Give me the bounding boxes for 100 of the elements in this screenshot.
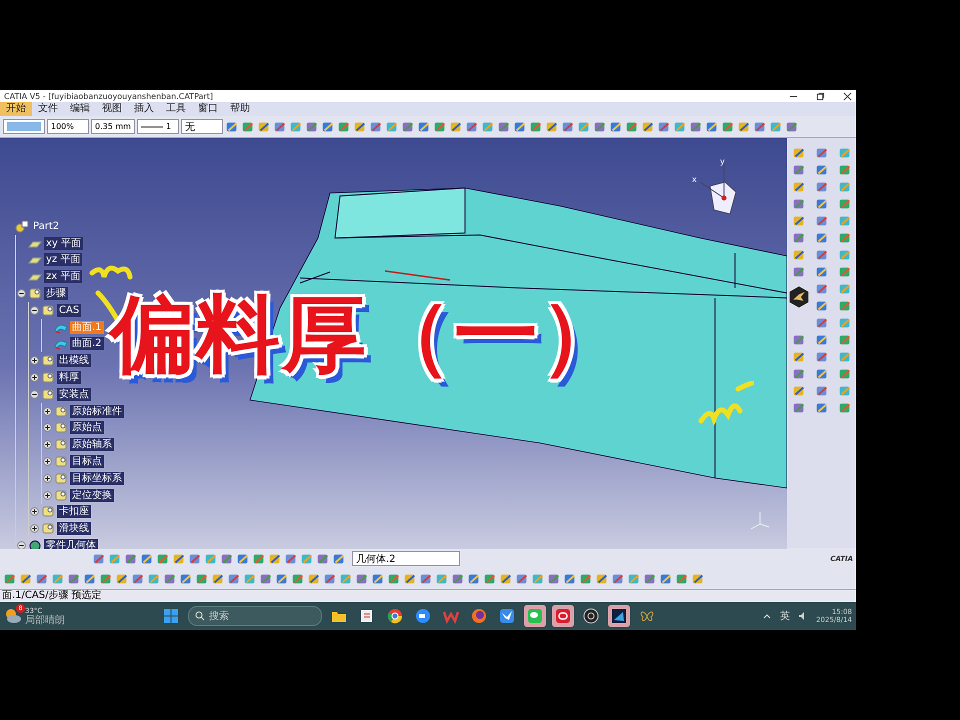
tool-icon[interactable] bbox=[195, 572, 209, 586]
expand-icon[interactable] bbox=[30, 507, 39, 516]
tool-icon[interactable] bbox=[156, 552, 170, 566]
tool-icon[interactable] bbox=[416, 120, 431, 134]
taskbar-app[interactable] bbox=[608, 605, 630, 627]
tool-icon[interactable] bbox=[595, 572, 609, 586]
tool-icon[interactable] bbox=[140, 552, 154, 566]
tool-icon[interactable] bbox=[838, 298, 852, 312]
tool-icon[interactable] bbox=[611, 572, 625, 586]
tool-icon[interactable] bbox=[188, 552, 202, 566]
tool-icon[interactable] bbox=[838, 196, 852, 210]
tool-icon[interactable] bbox=[236, 552, 250, 566]
tool-icon[interactable] bbox=[691, 572, 705, 586]
tool-icon[interactable] bbox=[220, 552, 234, 566]
tool-icon[interactable] bbox=[19, 572, 33, 586]
restore-icon[interactable] bbox=[816, 92, 825, 100]
tool-icon[interactable] bbox=[656, 120, 671, 134]
tool-icon[interactable] bbox=[288, 120, 303, 134]
tool-icon[interactable] bbox=[307, 572, 321, 586]
tool-icon[interactable] bbox=[531, 572, 545, 586]
tool-icon[interactable] bbox=[814, 298, 828, 312]
tool-icon[interactable] bbox=[736, 120, 751, 134]
tool-icon[interactable] bbox=[659, 572, 673, 586]
tool-icon[interactable] bbox=[467, 572, 481, 586]
tool-icon[interactable] bbox=[316, 552, 330, 566]
tool-icon[interactable] bbox=[528, 120, 543, 134]
tool-icon[interactable] bbox=[115, 572, 129, 586]
tool-icon[interactable] bbox=[108, 552, 122, 566]
tool-icon[interactable] bbox=[814, 230, 828, 244]
search-field[interactable]: 搜索 bbox=[188, 606, 322, 626]
tool-icon[interactable] bbox=[792, 350, 806, 364]
tool-icon[interactable] bbox=[838, 162, 852, 176]
hexagon-bird-icon[interactable] bbox=[788, 284, 810, 310]
close-icon[interactable] bbox=[843, 92, 852, 100]
tool-icon[interactable] bbox=[792, 248, 806, 262]
tool-icon[interactable] bbox=[640, 120, 655, 134]
tool-icon[interactable] bbox=[272, 120, 287, 134]
tool-icon[interactable] bbox=[792, 214, 806, 228]
expand-icon[interactable] bbox=[43, 457, 52, 466]
tool-icon[interactable] bbox=[131, 572, 145, 586]
tool-icon[interactable] bbox=[792, 366, 806, 380]
tool-icon[interactable] bbox=[608, 120, 623, 134]
tool-icon[interactable] bbox=[672, 120, 687, 134]
tool-icon[interactable] bbox=[544, 120, 559, 134]
menu-item[interactable]: 开始 bbox=[0, 102, 32, 116]
tree-item[interactable]: 步骤 bbox=[44, 287, 68, 300]
tree-item[interactable]: 卡扣座 bbox=[57, 505, 91, 518]
tool-icon[interactable] bbox=[243, 572, 257, 586]
tool-icon[interactable] bbox=[814, 332, 828, 346]
tool-icon[interactable] bbox=[83, 572, 97, 586]
tool-icon[interactable] bbox=[563, 572, 577, 586]
tool-icon[interactable] bbox=[268, 552, 282, 566]
tool-icon[interactable] bbox=[792, 146, 806, 160]
tool-icon[interactable] bbox=[51, 572, 65, 586]
tree-item[interactable]: 原始点 bbox=[70, 421, 104, 434]
tool-icon[interactable] bbox=[814, 248, 828, 262]
tool-icon[interactable] bbox=[792, 180, 806, 194]
tool-icon[interactable] bbox=[814, 162, 828, 176]
taskbar-app[interactable] bbox=[552, 605, 574, 627]
expand-icon[interactable] bbox=[30, 524, 39, 534]
menu-item[interactable]: 插入 bbox=[128, 102, 160, 116]
tool-icon[interactable] bbox=[814, 214, 828, 228]
tool-icon[interactable] bbox=[352, 120, 367, 134]
tree-item[interactable]: 原始轴系 bbox=[70, 438, 114, 452]
tree-item[interactable]: 料厚 bbox=[57, 371, 81, 384]
thickness-dropdown[interactable]: 0.35 mm bbox=[91, 119, 135, 134]
tree-item[interactable]: 出模线 bbox=[57, 354, 91, 368]
tree-item[interactable]: 定位变换 bbox=[70, 488, 114, 502]
tool-icon[interactable] bbox=[387, 572, 401, 586]
tool-icon[interactable] bbox=[792, 384, 806, 398]
tool-icon[interactable] bbox=[814, 384, 828, 398]
expand-icon[interactable] bbox=[30, 356, 39, 366]
input-language[interactable]: 英 bbox=[780, 609, 790, 623]
tool-icon[interactable] bbox=[838, 366, 852, 380]
tool-icon[interactable] bbox=[515, 572, 529, 586]
tool-icon[interactable] bbox=[838, 230, 852, 244]
tool-icon[interactable] bbox=[814, 316, 828, 330]
tree-item[interactable]: yz 平面 bbox=[44, 253, 82, 266]
tool-icon[interactable] bbox=[560, 120, 575, 134]
tool-icon[interactable] bbox=[332, 552, 346, 566]
tree-item[interactable]: xy 平面 bbox=[44, 236, 84, 250]
tool-icon[interactable] bbox=[720, 120, 735, 134]
tool-icon[interactable] bbox=[499, 572, 513, 586]
tree-item[interactable]: 目标坐标系 bbox=[70, 472, 124, 485]
tool-icon[interactable] bbox=[496, 120, 511, 134]
tool-icon[interactable] bbox=[227, 572, 241, 586]
tool-icon[interactable] bbox=[35, 572, 49, 586]
expand-icon[interactable] bbox=[43, 490, 52, 500]
tree-item[interactable]: 原始标准件 bbox=[70, 404, 124, 418]
menu-item[interactable]: 视图 bbox=[96, 102, 128, 116]
tool-icon[interactable] bbox=[403, 572, 417, 586]
tool-icon[interactable] bbox=[814, 146, 828, 160]
tool-icon[interactable] bbox=[792, 230, 806, 244]
tool-icon[interactable] bbox=[419, 572, 433, 586]
tool-icon[interactable] bbox=[752, 120, 767, 134]
tool-icon[interactable] bbox=[838, 332, 852, 346]
tool-icon[interactable] bbox=[643, 572, 657, 586]
tool-icon[interactable] bbox=[336, 120, 351, 134]
tool-icon[interactable] bbox=[432, 120, 447, 134]
tree-item[interactable]: 目标点 bbox=[70, 455, 104, 468]
